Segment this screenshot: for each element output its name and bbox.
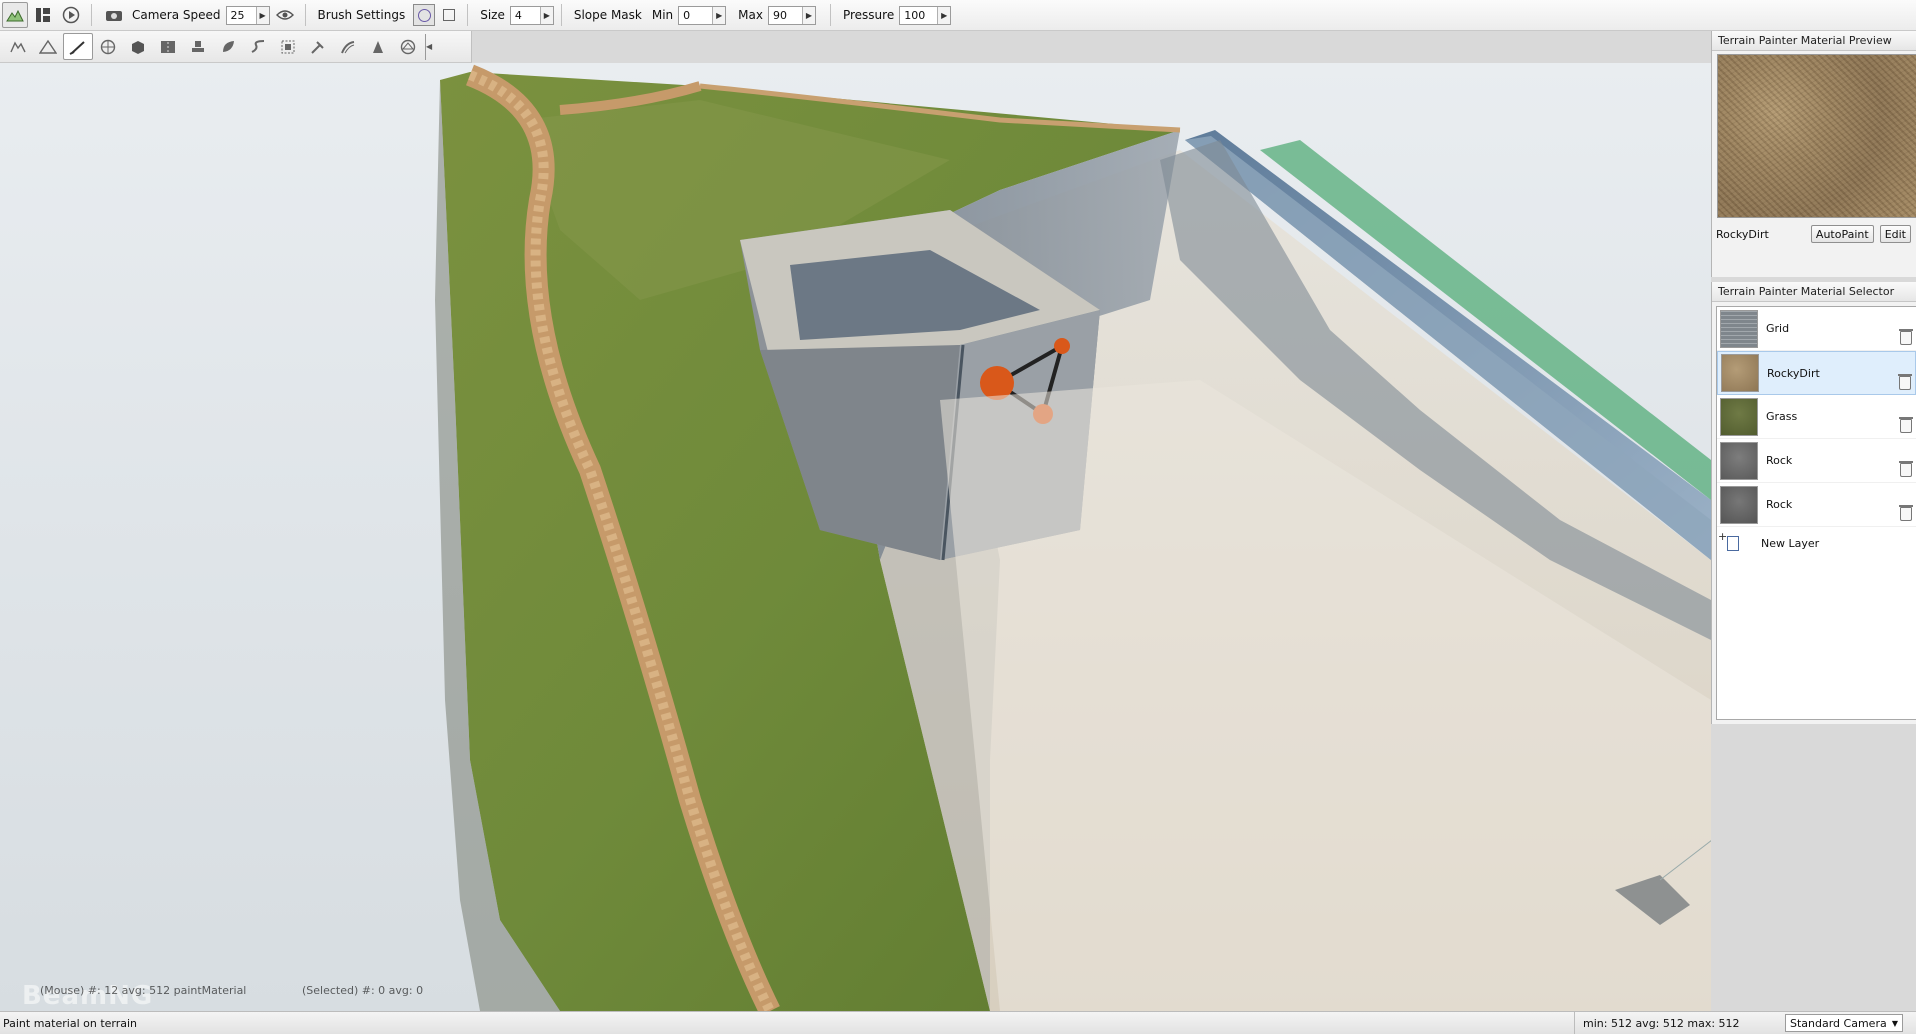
delete-layer-icon[interactable] (1899, 329, 1913, 345)
visibility-eye-icon[interactable] (272, 2, 298, 28)
size-arrow-icon[interactable]: ▶ (539, 6, 553, 24)
terrain-scene (435, 64, 1711, 1011)
circle-brush-button[interactable] (413, 4, 436, 26)
delete-layer-icon[interactable] (1899, 505, 1913, 521)
pressure-label: Pressure (842, 8, 895, 22)
toolbar-separator (304, 4, 306, 26)
material-preview-image (1717, 54, 1916, 218)
toolbar-separator (467, 4, 469, 26)
layer-name: Grass (1766, 410, 1798, 423)
pressure-value[interactable]: 100 (900, 9, 937, 22)
stamp-icon[interactable] (183, 33, 213, 60)
delete-layer-icon[interactable] (1899, 461, 1913, 477)
camera-speed-arrow-icon[interactable]: ▶ (255, 6, 269, 24)
layer-row-rock[interactable]: Rock (1717, 483, 1916, 527)
material-layer-list: Grid RockyDirt Grass Rock Rock + New Lay… (1716, 306, 1916, 720)
layer-name: Rock (1766, 498, 1793, 511)
layer-name: RockyDirt (1767, 366, 1820, 380)
square-brush-icon (443, 9, 456, 21)
editor-layout-icon[interactable] (30, 2, 56, 28)
new-layer-label: New Layer (1761, 536, 1820, 550)
status-message: Paint material on terrain (3, 1016, 138, 1030)
status-stats-wrapper: min: 512 avg: 512 max: 512 (1574, 1012, 1779, 1034)
camera-speed-value[interactable]: 25 (227, 9, 256, 22)
river-icon[interactable] (243, 33, 273, 60)
layer-name: Rock (1766, 454, 1793, 467)
layer-row-grid[interactable]: Grid (1717, 307, 1916, 351)
square-brush-button[interactable] (438, 4, 460, 26)
main-toolbar: Camera Speed 25 ▶ Brush Settings Size 4 … (0, 0, 1916, 31)
chevron-down-icon: ▼ (1891, 1018, 1898, 1028)
pressure-field[interactable]: 100 ▶ (899, 5, 952, 25)
play-icon[interactable] (58, 2, 84, 28)
slope-max-arrow-icon[interactable]: ▶ (801, 6, 815, 24)
pressure-arrow-icon[interactable]: ▶ (937, 6, 951, 24)
status-bar: Paint material on terrain min: 512 avg: … (0, 1011, 1916, 1034)
slope-min-label: Min (651, 8, 674, 22)
material-preview-panel: Terrain Painter Material Preview RockyDi… (1711, 31, 1916, 277)
toolbar-separator (560, 4, 562, 26)
paint-brush-icon[interactable] (63, 33, 93, 60)
world-editor-window: Camera Speed 25 ▶ Brush Settings Size 4 … (0, 0, 1916, 1034)
material-preview-name: RockyDirt (1716, 227, 1769, 241)
tool-palette: ◀ (0, 31, 472, 63)
camera-mode-dropdown[interactable]: Standard Camera ▼ (1785, 1014, 1903, 1032)
brush-settings-label: Brush Settings (317, 8, 406, 22)
leaf-icon[interactable] (213, 33, 243, 60)
navmesh-icon[interactable] (393, 33, 423, 60)
edit-button[interactable]: Edit (1879, 225, 1911, 243)
slope-max-label: Max (738, 8, 763, 22)
layer-row-rock[interactable]: Rock (1717, 439, 1916, 483)
delete-layer-icon[interactable] (1899, 417, 1913, 433)
layer-row-grass[interactable]: Grass (1717, 395, 1916, 439)
autopaint-button[interactable]: AutoPaint (1810, 225, 1874, 243)
slope-min-arrow-icon[interactable]: ▶ (712, 6, 726, 24)
layer-thumbnail (1721, 354, 1759, 392)
material-selector-title: Terrain Painter Material Selector (1712, 282, 1916, 302)
forest-icon[interactable] (363, 33, 393, 60)
material-selector-panel: Terrain Painter Material Selector Grid R… (1711, 282, 1916, 724)
road-icon[interactable] (153, 33, 183, 60)
toolbar-separator (829, 4, 831, 26)
decal-icon[interactable] (303, 33, 333, 60)
circle-brush-icon (417, 8, 431, 22)
layer-thumbnail (1720, 397, 1758, 436)
status-stats: min: 512 avg: 512 max: 512 (1583, 1016, 1740, 1030)
hud-selected-readout: (Selected) #: 0 avg: 0 (302, 984, 424, 997)
new-layer-button[interactable]: New Layer (1717, 527, 1916, 559)
delete-layer-icon[interactable] (1898, 374, 1912, 390)
size-label: Size (480, 8, 505, 22)
slope-min-field[interactable]: 0 ▶ (678, 5, 727, 25)
layer-thumbnail (1720, 485, 1758, 524)
mesh-road-icon[interactable] (333, 33, 363, 60)
globe-icon[interactable] (93, 33, 123, 60)
new-layer-icon (1718, 530, 1739, 551)
slope-max-field[interactable]: 90 ▶ (767, 5, 816, 25)
slope-max-value[interactable]: 90 (769, 9, 802, 22)
size-value[interactable]: 4 (511, 9, 540, 22)
camera-speed-label: Camera Speed (132, 8, 221, 22)
toolbar-separator (91, 4, 92, 26)
mountain-icon[interactable] (33, 33, 63, 60)
layer-name: Grid (1766, 322, 1790, 335)
camera-speed-field[interactable]: 25 ▶ (225, 5, 270, 25)
layer-thumbnail (1720, 309, 1758, 348)
camera-mode-value: Standard Camera (1790, 1016, 1887, 1030)
selection-icon[interactable] (273, 33, 303, 60)
camera-icon[interactable] (101, 2, 127, 28)
size-field[interactable]: 4 ▶ (509, 5, 554, 25)
material-preview-title: Terrain Painter Material Preview (1712, 31, 1916, 51)
hud-mouse-readout: (Mouse) #: 12 avg: 512 paintMaterial (40, 984, 247, 997)
layer-row-rockydirt[interactable]: RockyDirt (1717, 351, 1916, 395)
material-preview-toolbar: RockyDirt AutoPaint Edit (1712, 223, 1916, 245)
terrain-editor-icon[interactable] (2, 2, 28, 28)
terrain-select-icon[interactable] (3, 33, 33, 60)
box-icon[interactable] (123, 33, 153, 60)
layer-thumbnail (1720, 441, 1758, 480)
slope-mask-label: Slope Mask (573, 8, 642, 22)
palette-collapse-icon[interactable]: ◀ (425, 33, 432, 60)
slope-min-value[interactable]: 0 (679, 9, 712, 22)
scene-viewport[interactable]: BeamNG (Mouse) #: 12 avg: 512 paintMater… (0, 63, 1711, 1011)
